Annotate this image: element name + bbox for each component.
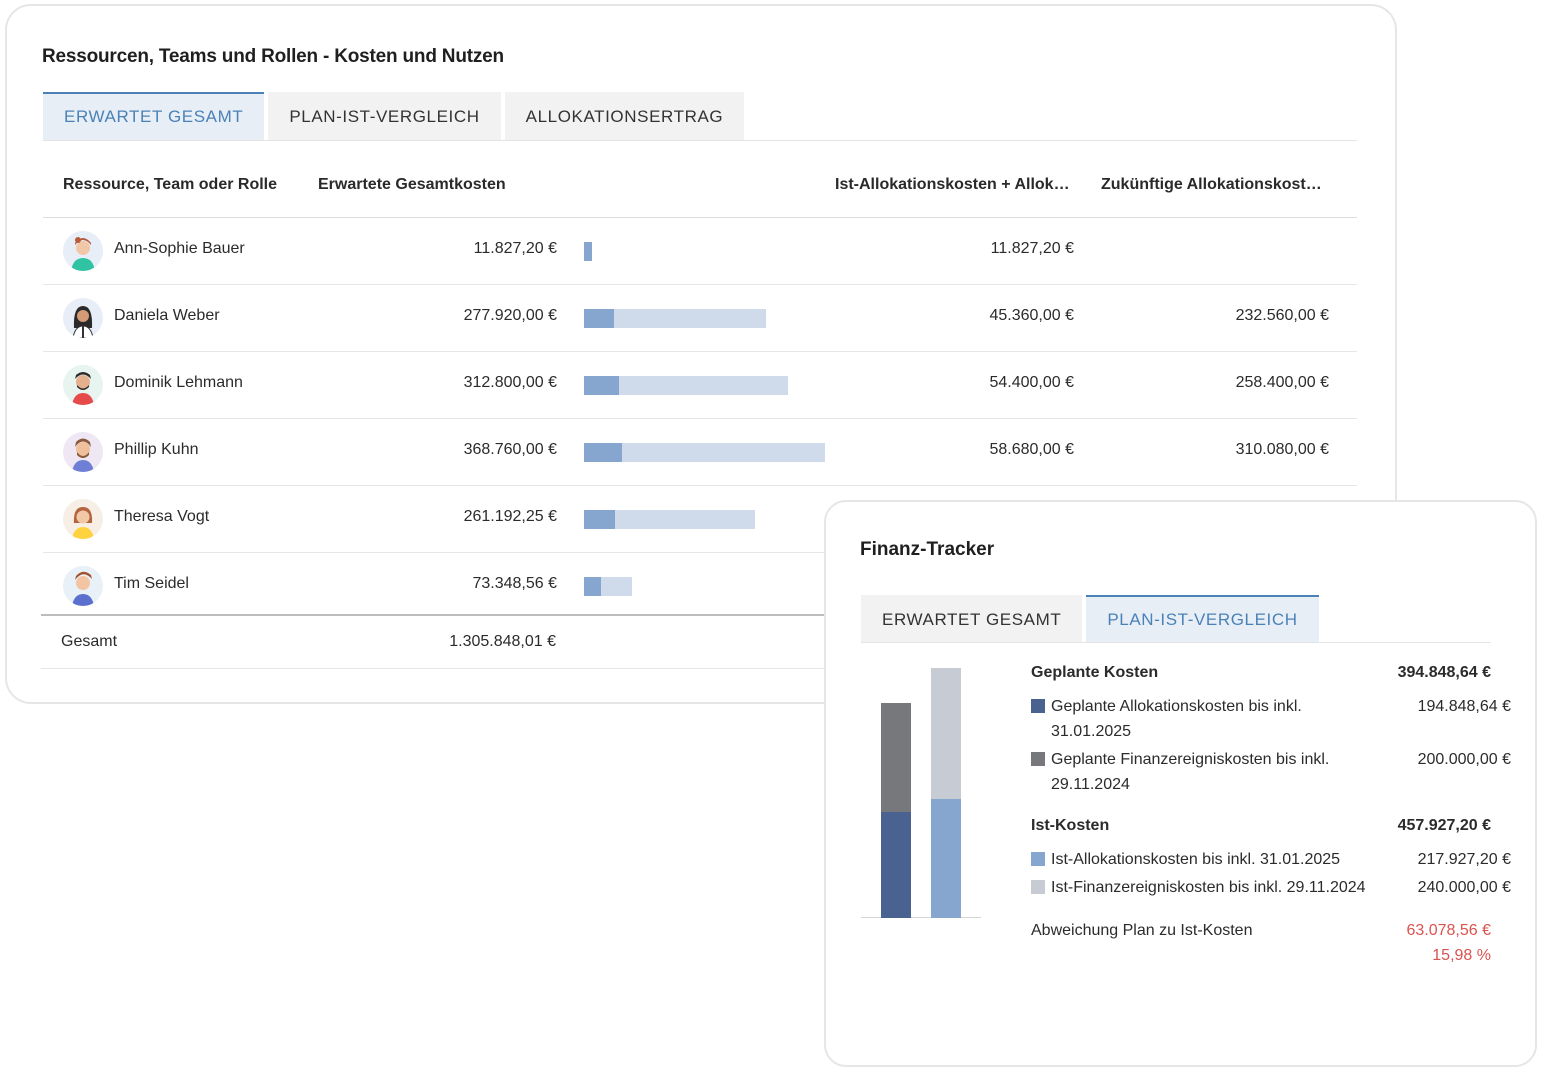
expected-total-value: 312.800,00 € [463,374,557,391]
finance-tabs: ERWARTET GESAMT PLAN-IST-VERGLEICH [861,595,1323,643]
actual-costs-label: Ist-Kosten [1031,817,1110,834]
costs-tabs: ERWARTET GESAMT PLAN-IST-VERGLEICH ALLOK… [43,92,748,140]
cost-bar [584,577,632,596]
cost-bar [584,309,766,328]
resource-name[interactable]: Tim Seidel [114,575,189,593]
deviation-values: 63.078,56 € 15,98 % [1406,918,1491,968]
chart-bar-segment [931,668,961,799]
cost-bar-actual [584,309,614,328]
legend-swatch [1031,880,1045,894]
future-alloc-value: 232.560,00 € [1235,307,1329,324]
finance-tabs-divider [861,642,1491,643]
plan-actual-chart [861,662,981,918]
deviation-amount: 63.078,56 € [1406,922,1491,939]
cost-bar-actual [584,443,622,462]
finance-tracker-title: Finanz-Tracker [860,539,995,560]
legend-swatch [1031,699,1045,713]
expected-total-value: 368.760,00 € [463,441,557,458]
legend-label: Geplante Allokationskosten bis inkl. 31.… [1051,698,1302,740]
tab-expected-total[interactable]: ERWARTET GESAMT [43,92,265,140]
tab-plan-actual[interactable]: PLAN-IST-VERGLEICH [268,92,501,140]
tab-expected-total[interactable]: ERWARTET GESAMT [861,595,1083,643]
avatar [63,499,103,539]
future-alloc-value: 258.400,00 € [1235,374,1329,391]
actual-alloc-value: 11.827,20 € [990,240,1074,257]
expected-total-value: 73.348,56 € [472,575,557,592]
legend-label: Geplante Finanzereigniskosten bis inkl. … [1051,751,1330,793]
actual-costs-amount: 457.927,20 € [1397,817,1491,834]
tab-allocation-yield[interactable]: ALLOKATIONSERTRAG [504,92,745,140]
total-value: 1.305.848,01 € [449,633,556,650]
legend-item: Ist-Finanzereigniskosten bis inkl. 29.11… [1031,875,1511,900]
resource-name[interactable]: Daniela Weber [114,307,220,325]
cost-bar [584,443,825,462]
legend-amount: 217.927,20 € [1417,851,1511,868]
legend-item: Ist-Allokationskosten bis inkl. 31.01.20… [1031,847,1511,872]
table-row[interactable]: Ann-Sophie Bauer 11.827,20 € 11.827,20 € [43,218,1357,285]
finance-breakdown: Geplante Kosten 394.848,64 € Geplante Al… [1031,664,1511,964]
legend-item: Geplante Allokationskosten bis inkl. 31.… [1031,694,1511,744]
resource-name[interactable]: Theresa Vogt [114,508,209,526]
chart-bar-segment [931,799,961,918]
cost-bar-actual [584,577,601,596]
planned-costs-label: Geplante Kosten [1031,664,1159,681]
tab-plan-actual[interactable]: PLAN-IST-VERGLEICH [1086,595,1319,643]
planned-costs-header: Geplante Kosten 394.848,64 € [1031,664,1491,694]
tabs-divider [43,140,1357,141]
column-header-expected-total[interactable]: Erwartete Gesamtkosten [318,176,506,194]
resource-name[interactable]: Ann-Sophie Bauer [114,240,245,258]
legend-amount: 200.000,00 € [1417,751,1511,768]
table-row[interactable]: Phillip Kuhn 368.760,00 € 58.680,00 € 31… [43,419,1357,486]
cost-bar [584,510,755,529]
expected-total-value: 277.920,00 € [463,307,557,324]
total-label: Gesamt [61,633,118,650]
finance-tracker-card: Finanz-Tracker ERWARTET GESAMT PLAN-IST-… [824,500,1537,1067]
legend-amount: 240.000,00 € [1417,879,1511,896]
expected-total-value: 261.192,25 € [463,508,557,525]
actual-alloc-value: 45.360,00 € [989,307,1074,324]
resource-name[interactable]: Phillip Kuhn [114,441,199,459]
column-header-actual-alloc[interactable]: Ist-Allokationskosten + Allok… [835,176,1070,194]
avatar [63,365,103,405]
column-header-resource[interactable]: Ressource, Team oder Rolle [63,176,277,194]
table-row[interactable]: Daniela Weber 277.920,00 € 45.360,00 € 2… [43,285,1357,352]
chart-baseline [861,917,981,918]
resource-name[interactable]: Dominik Lehmann [114,374,243,392]
expected-total-value: 11.827,20 € [473,240,557,257]
deviation-label: Abweichung Plan zu Ist-Kosten [1031,922,1253,939]
planned-costs-amount: 394.848,64 € [1397,664,1491,681]
cost-bar [584,242,592,261]
avatar [63,432,103,472]
chart-bar-segment [881,812,911,918]
legend-label: Ist-Allokationskosten bis inkl. 31.01.20… [1051,851,1341,868]
avatar [63,298,103,338]
avatar [63,231,103,271]
deviation-percent: 15,98 % [1432,947,1491,964]
actual-costs-header: Ist-Kosten 457.927,20 € [1031,817,1491,847]
future-alloc-value: 310.080,00 € [1235,441,1329,458]
actual-alloc-value: 58.680,00 € [989,441,1074,458]
deviation: Abweichung Plan zu Ist-Kosten 63.078,56 … [1031,918,1491,964]
column-header-future-alloc[interactable]: Zukünftige Allokationskost… [1101,176,1322,194]
cost-bar [584,376,788,395]
card-title: Ressourcen, Teams und Rollen - Kosten un… [42,46,504,67]
cost-bar-actual [584,242,592,261]
cost-bar-actual [584,376,619,395]
legend-item: Geplante Finanzereigniskosten bis inkl. … [1031,747,1511,797]
legend-amount: 194.848,64 € [1417,698,1511,715]
legend-swatch [1031,852,1045,866]
avatar [63,566,103,606]
actual-alloc-value: 54.400,00 € [989,374,1074,391]
chart-bar-segment [881,703,911,812]
table-row[interactable]: Dominik Lehmann 312.800,00 € 54.400,00 €… [43,352,1357,419]
total-row: Gesamt 1.305.848,01 € [41,614,831,669]
cost-bar-actual [584,510,615,529]
legend-label: Ist-Finanzereigniskosten bis inkl. 29.11… [1051,879,1366,896]
legend-swatch [1031,752,1045,766]
